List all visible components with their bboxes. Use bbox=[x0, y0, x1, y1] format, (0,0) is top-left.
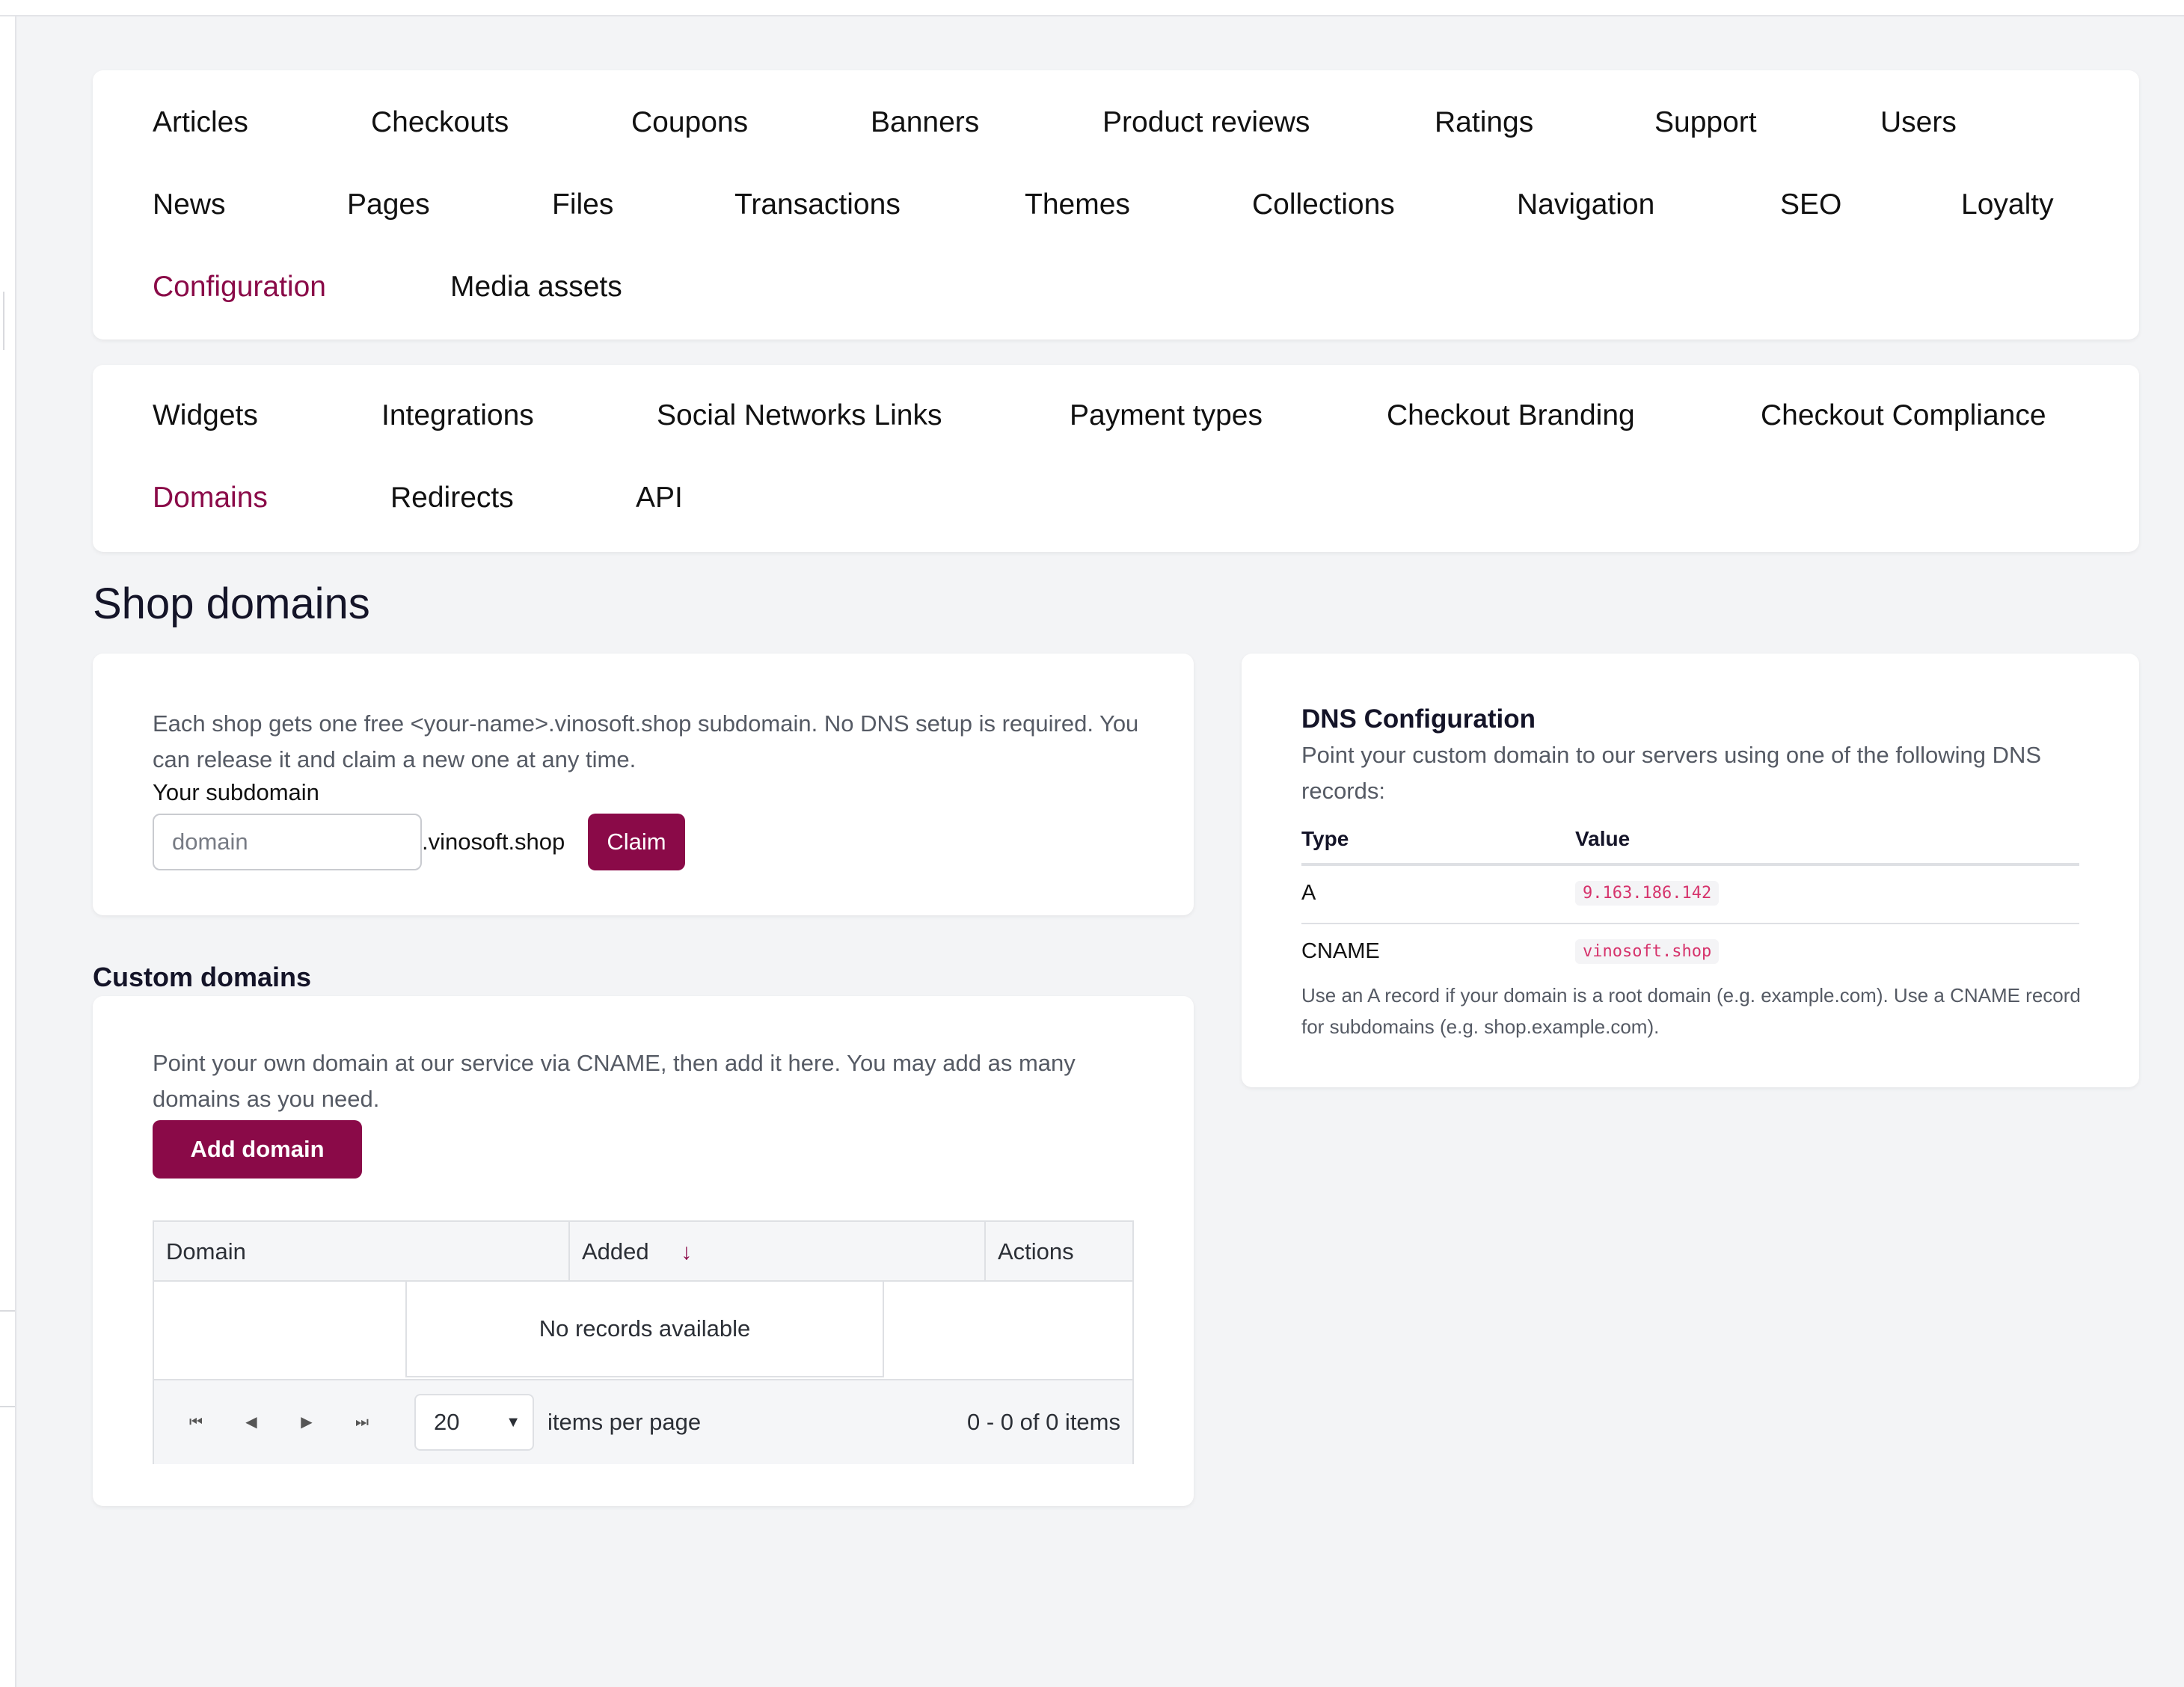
subnav-item-payment-types[interactable]: Payment types bbox=[1070, 398, 1263, 434]
page-size-select[interactable]: 20 ▼ bbox=[414, 1394, 534, 1451]
nav-item-loyalty[interactable]: Loyalty bbox=[1961, 187, 2054, 223]
nav-item-themes[interactable]: Themes bbox=[1025, 187, 1130, 223]
subnav-item-social-networks-links[interactable]: Social Networks Links bbox=[657, 398, 942, 434]
dns-record-type: A bbox=[1301, 881, 1316, 905]
nav-item-coupons[interactable]: Coupons bbox=[631, 105, 748, 141]
column-header-actions[interactable]: Actions bbox=[986, 1222, 1135, 1282]
dns-col-value: Value bbox=[1575, 827, 1631, 850]
nav-item-ratings[interactable]: Ratings bbox=[1435, 105, 1533, 141]
dns-record-value: 9.163.186.142 bbox=[1575, 881, 1720, 906]
first-page-icon[interactable]: ⏮ bbox=[181, 1407, 211, 1437]
nav-item-files[interactable]: Files bbox=[552, 187, 613, 223]
nav-item-seo[interactable]: SEO bbox=[1780, 187, 1841, 223]
subnav-item-checkout-branding[interactable]: Checkout Branding bbox=[1387, 398, 1635, 434]
top-bar bbox=[0, 0, 2184, 16]
subdomain-label: Your subdomain bbox=[153, 779, 319, 805]
nav-item-product-reviews[interactable]: Product reviews bbox=[1102, 105, 1310, 141]
subnav-item-integrations[interactable]: Integrations bbox=[381, 398, 534, 434]
column-header-label: Added bbox=[582, 1238, 649, 1265]
subdomain-suffix: .vinosoft.shop bbox=[422, 829, 565, 855]
add-domain-button[interactable]: Add domain bbox=[153, 1120, 362, 1179]
dns-table-header: Type Value bbox=[1301, 820, 2079, 866]
items-per-page-label: items per page bbox=[547, 1409, 702, 1435]
subnav-item-redirects[interactable]: Redirects bbox=[390, 480, 514, 516]
subnav-item-checkout-compliance[interactable]: Checkout Compliance bbox=[1761, 398, 2046, 434]
pager-range-info: 0 - 0 of 0 items bbox=[966, 1409, 1120, 1435]
column-header-domain[interactable]: Domain bbox=[154, 1222, 570, 1282]
subdomain-description: Each shop gets one free <your-name>.vino… bbox=[153, 710, 1139, 772]
grid-pager: ⏮ ◀ ▶ ⏭ 20 ▼ items per page 0 - 0 of 0 i… bbox=[154, 1379, 1132, 1464]
next-page-icon[interactable]: ▶ bbox=[292, 1407, 322, 1437]
dns-records-table: Type Value A 9.163.186.142 CNAME vinosof… bbox=[1301, 820, 2079, 981]
dns-record-row: A 9.163.186.142 bbox=[1301, 866, 2079, 924]
secondary-nav: Widgets Integrations Social Networks Lin… bbox=[93, 365, 2139, 552]
dns-config-card: DNS Configuration Point your custom doma… bbox=[1242, 654, 2139, 1087]
nav-item-banners[interactable]: Banners bbox=[871, 105, 979, 141]
nav-item-configuration[interactable]: Configuration bbox=[153, 269, 326, 305]
subdomain-input[interactable] bbox=[153, 814, 422, 870]
primary-nav: Articles Checkouts Coupons Banners Produ… bbox=[93, 70, 2139, 339]
dns-record-row: CNAME vinosoft.shop bbox=[1301, 924, 2079, 981]
no-records-text: No records available bbox=[539, 1315, 751, 1342]
dns-record-value: vinosoft.shop bbox=[1575, 939, 1720, 964]
nav-item-news[interactable]: News bbox=[153, 187, 226, 223]
nav-item-transactions[interactable]: Transactions bbox=[734, 187, 901, 223]
subnav-item-domains[interactable]: Domains bbox=[153, 480, 268, 516]
custom-domains-description: Point your own domain at our service via… bbox=[153, 1050, 1076, 1112]
nav-item-pages[interactable]: Pages bbox=[347, 187, 430, 223]
subdomain-card: Each shop gets one free <your-name>.vino… bbox=[93, 654, 1194, 915]
subnav-item-api[interactable]: API bbox=[636, 480, 683, 516]
nav-item-articles[interactable]: Articles bbox=[153, 105, 248, 141]
column-header-label: Domain bbox=[166, 1238, 246, 1265]
dns-col-type: Type bbox=[1301, 827, 1349, 850]
custom-domains-heading: Custom domains bbox=[93, 962, 312, 992]
rail-marker bbox=[0, 292, 4, 350]
grid-header: Domain Added ↓ Actions bbox=[154, 1222, 1132, 1282]
chevron-down-icon: ▼ bbox=[506, 1414, 521, 1431]
dns-config-description: Point your custom domain to our servers … bbox=[1301, 742, 2042, 804]
dns-config-note: Use an A record if your domain is a root… bbox=[1301, 984, 2081, 1038]
dns-config-heading: DNS Configuration bbox=[1301, 704, 1536, 734]
prev-page-icon[interactable]: ◀ bbox=[236, 1407, 266, 1437]
nav-item-users[interactable]: Users bbox=[1880, 105, 1957, 141]
column-header-label: Actions bbox=[998, 1238, 1074, 1265]
nav-item-media-assets[interactable]: Media assets bbox=[450, 269, 622, 305]
last-page-icon[interactable]: ⏭ bbox=[347, 1407, 377, 1437]
nav-item-checkouts[interactable]: Checkouts bbox=[371, 105, 509, 141]
page-size-value: 20 bbox=[434, 1409, 460, 1435]
dns-record-type: CNAME bbox=[1301, 939, 1380, 963]
nav-item-navigation[interactable]: Navigation bbox=[1517, 187, 1654, 223]
left-rail bbox=[0, 16, 16, 1687]
domains-grid: Domain Added ↓ Actions No records availa… bbox=[153, 1220, 1134, 1464]
column-header-added[interactable]: Added ↓ bbox=[570, 1222, 986, 1282]
sort-arrow-down-icon: ↓ bbox=[681, 1240, 693, 1265]
claim-button[interactable]: Claim bbox=[588, 814, 685, 870]
page-title: Shop domains bbox=[93, 580, 370, 628]
nav-item-collections[interactable]: Collections bbox=[1252, 187, 1395, 223]
custom-domains-card: Point your own domain at our service via… bbox=[93, 996, 1194, 1506]
no-records-message: No records available bbox=[405, 1282, 884, 1377]
subnav-item-widgets[interactable]: Widgets bbox=[153, 398, 258, 434]
nav-item-support[interactable]: Support bbox=[1654, 105, 1757, 141]
rail-marker bbox=[0, 1310, 15, 1407]
